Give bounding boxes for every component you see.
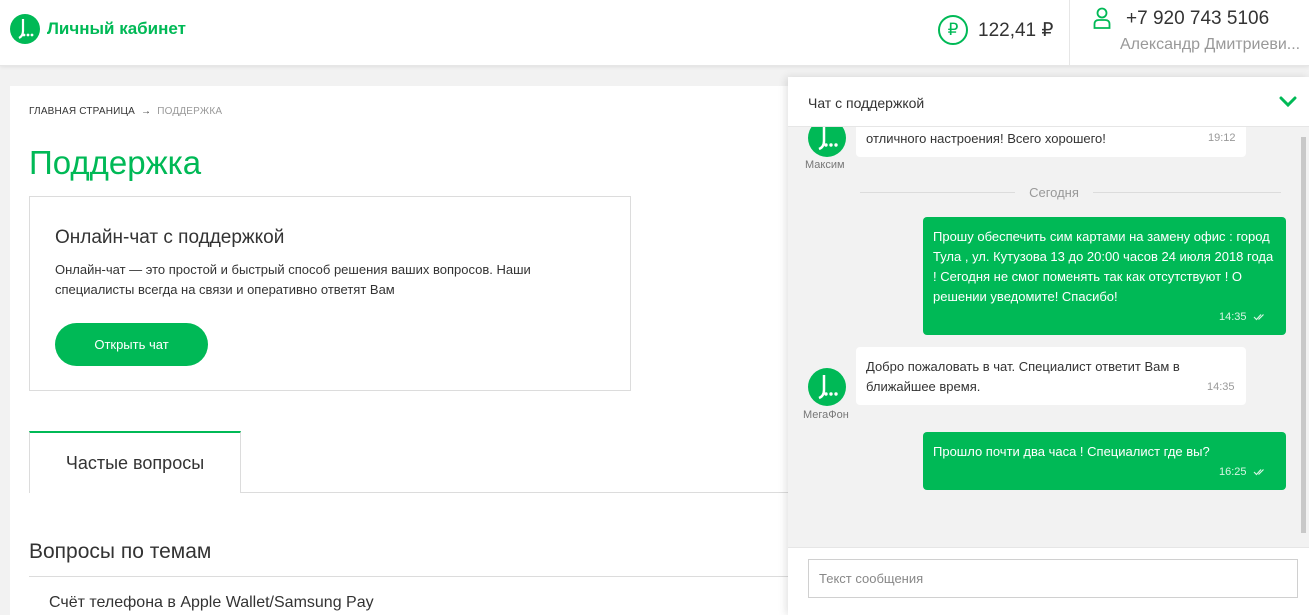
top-header: Личный кабинет ₽ 122,41 ₽ +7 920 743 510…: [0, 0, 1309, 66]
online-chat-description: Онлайн-чат — это простой и быстрый спосо…: [55, 262, 531, 297]
megafon-logo-icon: [818, 127, 838, 151]
online-chat-title: Онлайн-чат с поддержкой: [55, 227, 285, 248]
account-user-name[interactable]: Александр Дмитриеви...: [1120, 36, 1309, 54]
agent-avatar: [808, 127, 846, 157]
message-time-value: 16:25: [1219, 466, 1247, 478]
message-bubble: отличного настроения! Всего хорошего!: [856, 127, 1246, 157]
megafon-logo-icon: [818, 375, 838, 400]
breadcrumb: ГЛАВНАЯ СТРАНИЦА → ПОДДЕРЖКА: [29, 106, 222, 117]
separator-line: [860, 192, 1015, 193]
message-text: Добро пожаловать в чат. Специалист ответ…: [866, 359, 1180, 394]
chat-header[interactable]: Чат с поддержкой: [788, 77, 1309, 127]
tab-faq[interactable]: Частые вопросы: [29, 431, 241, 493]
message-text: Прошло почти два часа ! Специалист где в…: [933, 444, 1210, 459]
open-chat-button[interactable]: Открыть чат: [55, 323, 208, 366]
online-chat-card: Онлайн-чат с поддержкой Онлайн-чат — это…: [29, 196, 631, 391]
chevron-down-icon[interactable]: [1279, 96, 1297, 108]
balance-widget[interactable]: ₽ 122,41 ₽: [938, 15, 1053, 45]
message-bubble-outgoing: Прошло почти два часа ! Специалист где в…: [923, 432, 1286, 490]
chat-input-area: [788, 547, 1309, 615]
day-separator: Сегодня: [808, 185, 1281, 200]
header-divider: [1069, 0, 1070, 66]
ruble-icon: ₽: [938, 15, 968, 45]
faq-tab-bar: Частые вопросы: [29, 431, 810, 493]
megafon-logo-icon: [10, 14, 40, 44]
support-chat-panel: Чат с поддержкой Максим отличного настро…: [788, 77, 1309, 615]
faq-item[interactable]: Счёт телефона в Apple Wallet/Samsung Pay: [49, 594, 374, 612]
message-bubble: Добро пожаловать в чат. Специалист ответ…: [856, 347, 1246, 405]
balance-amount: 122,41 ₽: [978, 19, 1054, 41]
message-text: отличного настроения! Всего хорошего!: [866, 131, 1106, 146]
user-icon[interactable]: [1093, 7, 1111, 29]
message-input[interactable]: [808, 559, 1298, 598]
breadcrumb-home[interactable]: ГЛАВНАЯ СТРАНИЦА: [29, 106, 135, 117]
message-time-value: 14:35: [1219, 311, 1247, 323]
chat-title: Чат с поддержкой: [808, 95, 925, 111]
agent-name: Максим: [805, 159, 845, 171]
chat-scrollbar[interactable]: [1300, 129, 1307, 537]
agent-avatar: [808, 368, 846, 406]
page-title: Поддержка: [29, 144, 202, 181]
day-separator-label: Сегодня: [1029, 185, 1079, 200]
breadcrumb-arrow: →: [141, 106, 152, 117]
double-check-icon: [1253, 469, 1264, 476]
message-text: Прошу обеспечить сим картами на замену о…: [933, 229, 1274, 304]
message-time: 16:25: [1219, 466, 1267, 478]
chat-messages: Максим отличного настроения! Всего хорош…: [788, 127, 1309, 547]
section-title-topics: Вопросы по темам: [29, 540, 212, 563]
breadcrumb-current: ПОДДЕРЖКА: [157, 106, 223, 117]
account-phone[interactable]: +7 920 743 5106: [1126, 8, 1269, 30]
double-check-icon: [1253, 314, 1264, 321]
message-time: 19:12: [1208, 132, 1236, 144]
message-time: 14:35: [1219, 311, 1267, 323]
agent-name: МегаФон: [803, 409, 849, 421]
scrollbar-thumb[interactable]: [1301, 137, 1306, 533]
section-divider: [29, 576, 810, 577]
separator-line: [1093, 192, 1281, 193]
logo-link[interactable]: Личный кабинет: [10, 14, 186, 44]
message-time: 14:35: [1207, 381, 1235, 393]
logo-text: Личный кабинет: [47, 19, 186, 38]
